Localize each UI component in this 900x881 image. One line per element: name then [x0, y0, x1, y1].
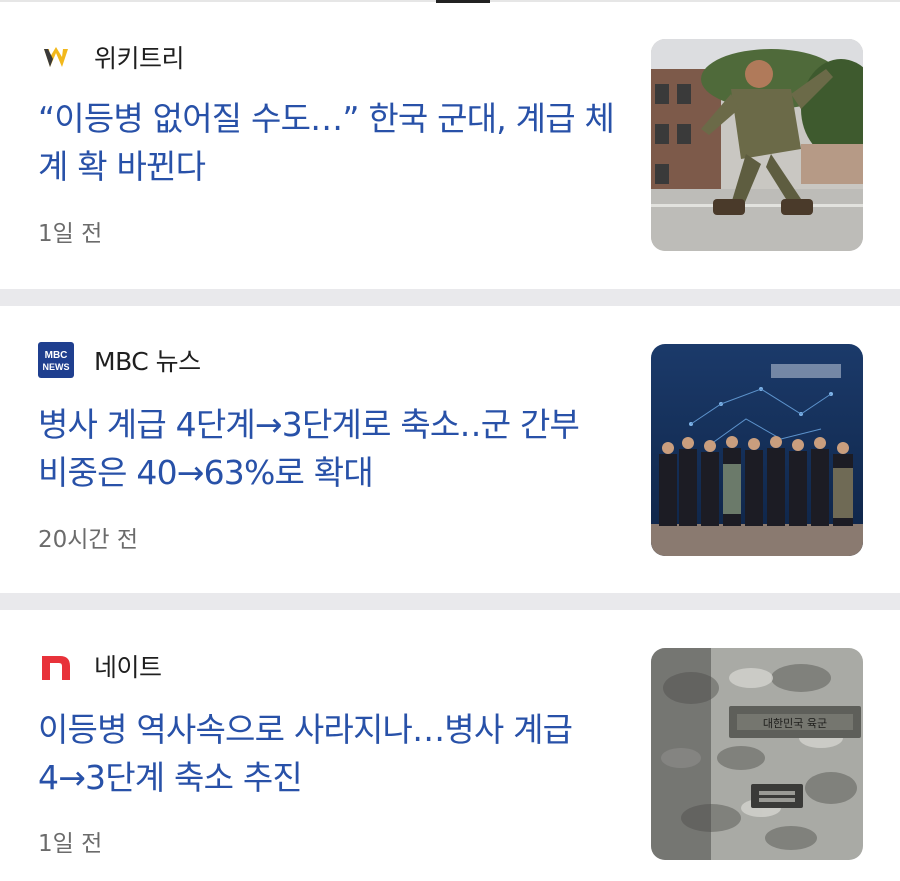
news-card[interactable]: 위키트리 “이등병 없어질 수도…” 한국 군대, 계급 체계 확 바뀐다 1일… [0, 3, 900, 289]
source-name: 네이트 [94, 653, 162, 682]
headline-link[interactable]: “이등병 없어질 수도…” 한국 군대, 계급 체계 확 바뀐다 [38, 95, 618, 191]
news-card[interactable]: MBC NEWS MBC 뉴스 병사 계급 4단계→3단계로 축소‥군 간부 비… [0, 306, 900, 593]
ceremony-group-photo [651, 344, 863, 556]
thumbnail-image[interactable] [651, 39, 863, 251]
source-row[interactable]: MBC NEWS MBC 뉴스 [38, 342, 201, 378]
source-row[interactable]: 네이트 [38, 648, 162, 684]
svg-text:대한민국 육군: 대한민국 육군 [763, 717, 827, 730]
mbc-news-logo-icon: MBC NEWS [38, 342, 74, 378]
svg-text:NEWS: NEWS [43, 362, 70, 372]
source-name: 위키트리 [94, 44, 185, 73]
card-separator [0, 593, 900, 610]
timestamp: 20시간 전 [38, 527, 139, 553]
svg-text:MBC: MBC [45, 350, 68, 361]
nate-logo-icon [38, 648, 74, 684]
news-card[interactable]: 네이트 이등병 역사속으로 사라지나…병사 계급 4→3단계 축소 추진 1일 … [0, 610, 900, 881]
source-row[interactable]: 위키트리 [38, 39, 185, 75]
soldier-jumping-photo [651, 39, 863, 251]
source-name: MBC 뉴스 [94, 347, 201, 376]
timestamp: 1일 전 [38, 831, 103, 857]
headline-link[interactable]: 병사 계급 4단계→3단계로 축소‥군 간부 비중은 40→63%로 확대 [38, 401, 618, 497]
card-separator [0, 289, 900, 306]
wikitree-logo-icon [38, 39, 74, 75]
uniform-insignia-photo: 대한민국 육군 [651, 648, 863, 860]
headline-link[interactable]: 이등병 역사속으로 사라지나…병사 계급 4→3단계 축소 추진 [38, 706, 618, 802]
timestamp: 1일 전 [38, 221, 103, 247]
thumbnail-image[interactable]: 대한민국 육군 [651, 648, 863, 860]
thumbnail-image[interactable] [651, 344, 863, 556]
